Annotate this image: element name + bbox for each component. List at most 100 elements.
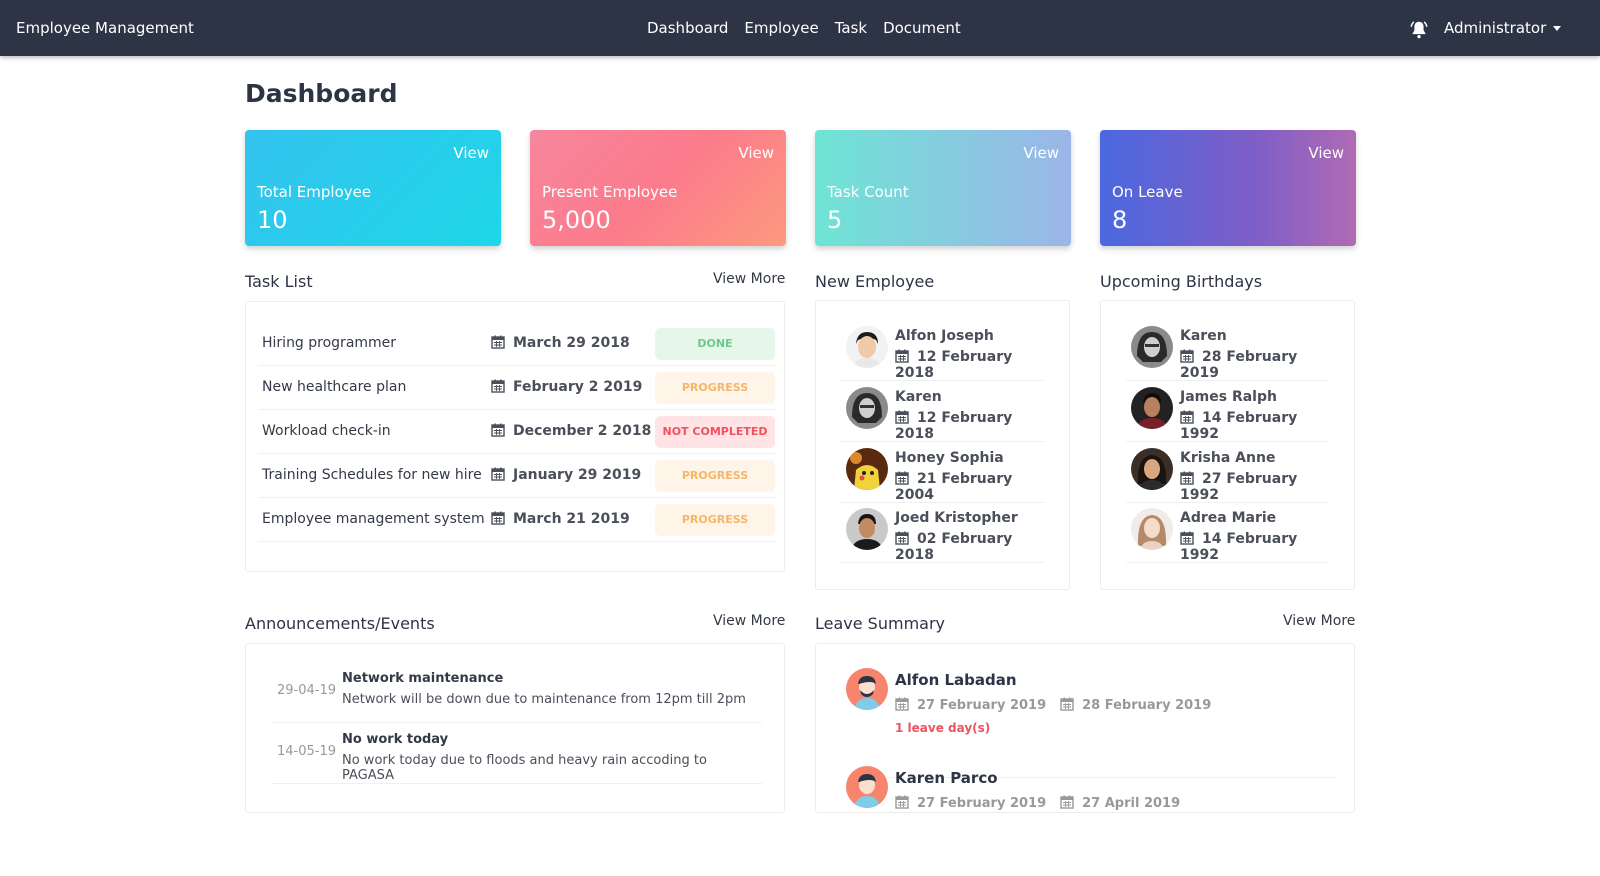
main-nav: Dashboard Employee Task Document — [647, 19, 961, 37]
top-navbar: Employee Management Dashboard Employee T… — [0, 0, 1600, 56]
task-list-title: Task List — [245, 272, 313, 291]
avatar — [846, 448, 888, 490]
employee-name: Joed Kristopher — [895, 510, 1018, 526]
leave-employee-name: Alfon Labadan — [895, 671, 1017, 689]
avatar — [1131, 326, 1173, 368]
new-employee-title: New Employee — [815, 272, 935, 291]
page-title: Dashboard — [245, 79, 398, 108]
list-item[interactable]: Adrea Marie 14 February 1992 — [1126, 503, 1329, 563]
task-date: March 29 2018 — [491, 335, 630, 351]
announcement-text: Network will be down due to maintenance … — [342, 692, 746, 707]
status-badge: PROGRESS — [655, 504, 775, 536]
avatar — [846, 387, 888, 429]
user-menu-label: Administrator — [1444, 19, 1547, 37]
birthday-name: Karen — [1180, 328, 1227, 344]
task-name: New healthcare plan — [262, 379, 407, 395]
task-name: Training Schedules for new hire — [262, 467, 482, 483]
calendar-icon — [895, 471, 909, 485]
calendar-icon — [895, 349, 909, 363]
avatar — [1131, 387, 1173, 429]
leave-days: 1 leave day(s) — [895, 721, 991, 735]
announcement-date: 29-04-19 — [277, 683, 337, 698]
list-item[interactable]: 14-05-19 No work today No work today due… — [272, 724, 762, 784]
birthday-date: 28 February 2019 — [1180, 349, 1298, 381]
task-row[interactable]: New healthcare plan February 2 2019 PROG… — [258, 366, 776, 410]
list-item[interactable]: 29-04-19 Network maintenance Network wil… — [272, 663, 762, 723]
announcement-date: 14-05-19 — [277, 744, 337, 759]
stat-label: Total Employee — [257, 183, 372, 201]
calendar-icon — [1180, 471, 1194, 485]
birthday-date: 14 February 1992 — [1180, 410, 1298, 442]
avatar — [846, 508, 888, 550]
user-menu[interactable]: Administrator — [1444, 19, 1562, 37]
task-row[interactable]: Employee management system March 21 2019… — [258, 498, 776, 542]
task-date: March 21 2019 — [491, 511, 630, 527]
birthday-name: James Ralph — [1180, 389, 1277, 405]
leave-summary-view-more[interactable]: View More — [1283, 613, 1355, 629]
task-date: January 29 2019 — [491, 467, 641, 483]
list-item[interactable]: Honey Sophia 21 February 2004 — [841, 443, 1044, 503]
view-link[interactable]: View — [738, 144, 774, 162]
calendar-icon — [895, 795, 909, 809]
calendar-icon — [491, 511, 505, 525]
list-item[interactable]: Karen 28 February 2019 — [1126, 321, 1329, 381]
chevron-down-icon — [1553, 26, 1562, 31]
employee-date: 12 February 2018 — [895, 410, 1013, 442]
view-link[interactable]: View — [1308, 144, 1344, 162]
stat-card-total-employee: View Total Employee 10 — [245, 130, 501, 246]
task-name: Workload check-in — [262, 423, 391, 439]
nav-employee[interactable]: Employee — [744, 19, 818, 37]
list-item[interactable]: Alfon Joseph 12 February 2018 — [841, 321, 1044, 381]
calendar-icon — [491, 335, 505, 349]
announcement-title: Network maintenance — [342, 671, 504, 686]
calendar-icon — [895, 531, 909, 545]
nav-dashboard[interactable]: Dashboard — [647, 19, 728, 37]
stat-label: Present Employee — [542, 183, 678, 201]
task-name: Hiring programmer — [262, 335, 397, 351]
birthday-date: 27 February 1992 — [1180, 471, 1298, 503]
view-link[interactable]: View — [1023, 144, 1059, 162]
calendar-icon — [1180, 531, 1194, 545]
list-item[interactable]: Krisha Anne 27 February 1992 — [1126, 443, 1329, 503]
stat-label: On Leave — [1112, 183, 1183, 201]
stat-value: 5,000 — [542, 206, 611, 234]
nav-task[interactable]: Task — [835, 19, 867, 37]
task-row[interactable]: Workload check-in December 2 2018 NOT CO… — [258, 410, 776, 454]
stat-value: 10 — [257, 206, 288, 234]
view-link[interactable]: View — [453, 144, 489, 162]
nav-document[interactable]: Document — [883, 19, 961, 37]
task-list-card: Hiring programmer March 29 2018 DONE New… — [245, 301, 785, 572]
app-brand[interactable]: Employee Management — [16, 19, 194, 37]
list-item[interactable]: James Ralph 14 February 1992 — [1126, 382, 1329, 442]
list-item[interactable]: Karen Parco 27 February 2019 27 April 201… — [846, 766, 1336, 876]
status-badge: NOT COMPLETED — [655, 416, 775, 448]
notification-bell-icon[interactable] — [1408, 19, 1430, 41]
list-item[interactable]: Alfon Labadan 27 February 2019 28 Februar… — [846, 668, 1336, 778]
stat-value: 5 — [827, 206, 843, 234]
leave-summary-title: Leave Summary — [815, 614, 945, 633]
list-item[interactable]: Joed Kristopher 02 February 2018 — [841, 503, 1044, 563]
list-item[interactable]: Karen 12 February 2018 — [841, 382, 1044, 442]
calendar-icon — [1180, 410, 1194, 424]
birthday-date: 14 February 1992 — [1180, 531, 1298, 563]
leave-dates: 27 February 2019 28 February 2019 — [895, 697, 1211, 713]
stat-card-task-count: View Task Count 5 — [815, 130, 1071, 246]
calendar-icon — [1060, 697, 1074, 711]
birthdays-card: Karen 28 February 2019 James Ralph 14 Fe… — [1100, 300, 1355, 590]
avatar — [846, 326, 888, 368]
employee-name: Karen — [895, 389, 942, 405]
status-badge: PROGRESS — [655, 372, 775, 404]
task-list-view-more[interactable]: View More — [713, 271, 785, 287]
announcements-card: 29-04-19 Network maintenance Network wil… — [245, 643, 785, 813]
employee-date: 02 February 2018 — [895, 531, 1013, 563]
status-badge: DONE — [655, 328, 775, 360]
announcements-view-more[interactable]: View More — [713, 613, 785, 629]
task-row[interactable]: Hiring programmer March 29 2018 DONE — [258, 322, 776, 366]
task-row[interactable]: Training Schedules for new hire January … — [258, 454, 776, 498]
task-date: February 2 2019 — [491, 379, 642, 395]
task-name: Employee management system — [262, 511, 485, 527]
employee-date: 12 February 2018 — [895, 349, 1013, 381]
leave-employee-name: Karen Parco — [895, 769, 998, 787]
calendar-icon — [1180, 349, 1194, 363]
stat-card-present-employee: View Present Employee 5,000 — [530, 130, 786, 246]
